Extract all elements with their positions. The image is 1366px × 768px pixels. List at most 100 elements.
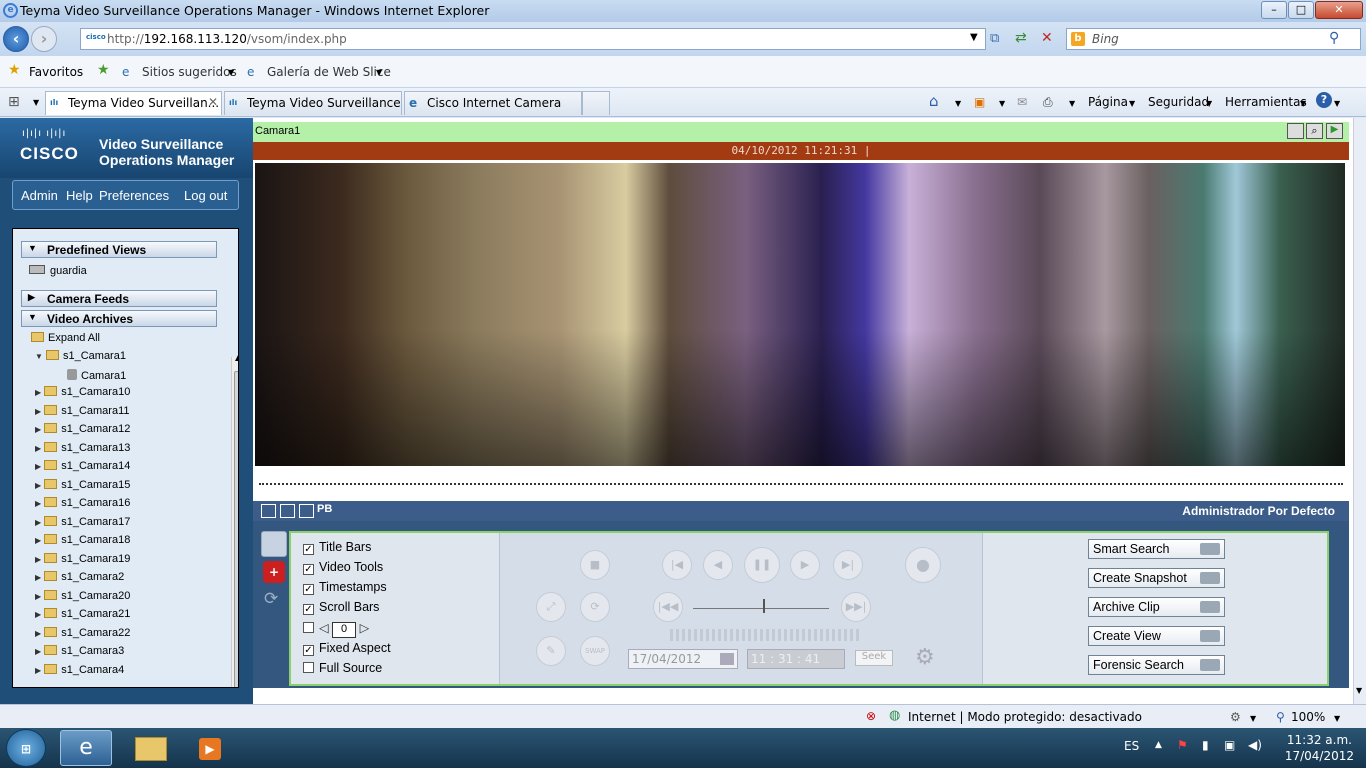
archive-folder[interactable]: ▶ s1_Camara18 [35,534,130,546]
battery-icon[interactable]: ▮ [1202,738,1209,752]
help-icon[interactable]: ? [1316,92,1332,108]
zoom-level[interactable]: 100% [1291,710,1325,724]
video-settings-icon[interactable] [261,531,287,557]
option-checkbox[interactable]: ✓ Scroll Bars [303,600,379,615]
taskbar-clock[interactable]: 11:32 a.m. 17/04/2012 [1285,732,1354,764]
expand-all-link[interactable]: Expand All [31,332,100,344]
action-button[interactable]: Archive Clip [1088,597,1225,617]
checkbox[interactable]: ✓ [303,645,314,656]
action-center-icon[interactable]: ⚑ [1177,738,1188,752]
spin-right-icon[interactable]: ▷ [360,621,370,635]
search-icon[interactable]: ⚲ [1329,30,1339,46]
close-window-button[interactable]: ✕ [1315,1,1363,19]
frame-checkbox[interactable] [303,622,314,633]
archive-folder[interactable]: ▶ s1_Camara21 [35,608,130,620]
stop-button[interactable]: ■ [580,550,610,580]
favorites-button[interactable]: Favoritos [29,65,83,79]
play-live-icon[interactable]: ▶ [1326,123,1343,139]
checkbox[interactable]: ✓ [303,604,314,615]
address-bar[interactable]: cisco http://192.168.113.120/vsom/index.… [80,28,986,50]
section-predefined-views[interactable]: ▼ Predefined Views [21,241,217,258]
chevron-down-icon[interactable]: ▼ [1300,99,1306,108]
archive-folder[interactable]: ▶ s1_Camara20 [35,589,130,602]
spin-left-icon[interactable]: ◁ [319,621,329,635]
security-menu[interactable]: Seguridad [1148,95,1209,109]
archive-folder-open[interactable]: ▼ s1_Camara1 [35,350,126,362]
action-button[interactable]: Forensic Search [1088,655,1225,675]
option-checkbox[interactable]: ✓ Video Tools [303,560,383,575]
calendar-icon[interactable] [720,653,734,665]
checkbox[interactable]: ✓ [303,564,314,575]
layout-single-icon[interactable] [280,504,295,518]
forward-button[interactable]: › [31,26,57,52]
tab-teyma-2[interactable]: ılı Teyma Video Surveillance ... [224,91,402,115]
archive-folder[interactable]: ▶ s1_Camara4 [35,663,124,676]
skip-forward-button[interactable]: ▶| [833,550,863,580]
pen-button[interactable]: ✎ [536,636,566,666]
minimize-button[interactable]: – [1261,1,1287,19]
skip-back-button[interactable]: |◀ [662,550,692,580]
jog-wheel[interactable] [670,629,860,641]
maximize-button[interactable]: □ [1288,1,1314,19]
archive-item[interactable]: Camara1 [67,369,126,382]
search-input[interactable]: b Bing ⚲ [1066,28,1361,50]
logout-link[interactable]: Log out [184,188,227,203]
page-scrollbar[interactable]: ▼ [1353,118,1366,704]
chevron-down-icon[interactable]: ▼ [1250,714,1256,723]
chevron-down-icon[interactable]: ▼ [228,68,234,77]
layout-wide-icon[interactable] [299,504,314,518]
archive-folder[interactable]: ▶ s1_Camara13 [35,441,130,454]
archive-folder[interactable]: ▶ s1_Camara17 [35,515,130,528]
tools-menu[interactable]: Herramientas [1225,95,1307,109]
archive-folder[interactable]: ▶ s1_Camara3 [35,645,124,657]
playback-speed-slider[interactable] [693,597,829,613]
refresh-icon[interactable]: ⇄ [1015,30,1027,46]
record-button[interactable]: ● [905,547,941,583]
network-icon[interactable]: ▣ [1224,738,1235,752]
chevron-down-icon[interactable]: ▼ [376,68,382,77]
video-feed[interactable] [255,163,1345,466]
checkbox[interactable] [303,662,314,673]
pause-button[interactable]: ❚❚ [744,547,780,583]
archive-folder[interactable]: ▶ s1_Camara11 [35,404,130,417]
sync-button[interactable]: ⟳ [580,592,610,622]
swap-button[interactable]: SWAP [580,636,610,666]
chevron-down-icon[interactable]: ▼ [1334,99,1340,108]
compat-view-icon[interactable]: ⧉ [990,31,999,46]
spin-value[interactable]: 0 [332,622,357,638]
start-button[interactable]: ⊞ [6,729,46,767]
scroll-up-icon[interactable]: ▲ [235,353,238,362]
explorer-taskbar-icon[interactable] [125,730,177,766]
preferences-link[interactable]: Preferences [99,188,169,203]
media-player-taskbar-icon[interactable]: ▶ [185,730,237,766]
archive-folder[interactable]: ▶ s1_Camara2 [35,571,124,583]
chevron-down-icon[interactable]: ▼ [1206,99,1212,108]
chevron-down-icon[interactable]: ▼ [1129,99,1135,108]
blocked-icon[interactable]: ⊗ [866,709,876,723]
volume-icon[interactable]: ◀) [1248,738,1262,752]
mail-icon[interactable]: ✉ [1017,95,1027,109]
print-icon[interactable]: ⎙ [1043,95,1053,110]
archive-folder[interactable]: ▶ s1_Camara16 [35,497,130,509]
quick-tabs-icon[interactable]: ⊞ [8,94,20,110]
home-icon[interactable]: ⌂ [929,92,939,110]
archive-folder[interactable]: ▶ s1_Camara12 [35,423,130,435]
option-checkbox[interactable]: ✓ Fixed Aspect [303,641,391,656]
tree-scrollbar[interactable]: ▲ ▼ [231,353,238,687]
timeline-scrollbar[interactable] [259,473,1343,485]
new-tab-button[interactable] [582,91,610,115]
seek-button[interactable]: Seek [855,650,893,666]
language-indicator[interactable]: ES [1124,739,1139,753]
zoom-icon[interactable]: ⌕ [1306,123,1323,139]
archive-folder[interactable]: ▶ s1_Camara19 [35,552,130,565]
option-checkbox[interactable]: Full Source [303,661,382,675]
previous-clip-button[interactable]: |◀◀ [653,592,683,622]
show-hidden-icons[interactable]: ▲ [1155,740,1162,750]
snapshot-icon[interactable] [1287,123,1304,139]
archive-folder[interactable]: ▶ s1_Camara15 [35,478,130,491]
next-clip-button[interactable]: ▶▶| [841,592,871,622]
checkbox[interactable]: ✓ [303,584,314,595]
rewind-button[interactable]: ◀ [703,550,733,580]
action-button[interactable]: Create View [1088,626,1225,646]
suggested-sites-link[interactable]: Sitios sugeridos [142,65,237,79]
